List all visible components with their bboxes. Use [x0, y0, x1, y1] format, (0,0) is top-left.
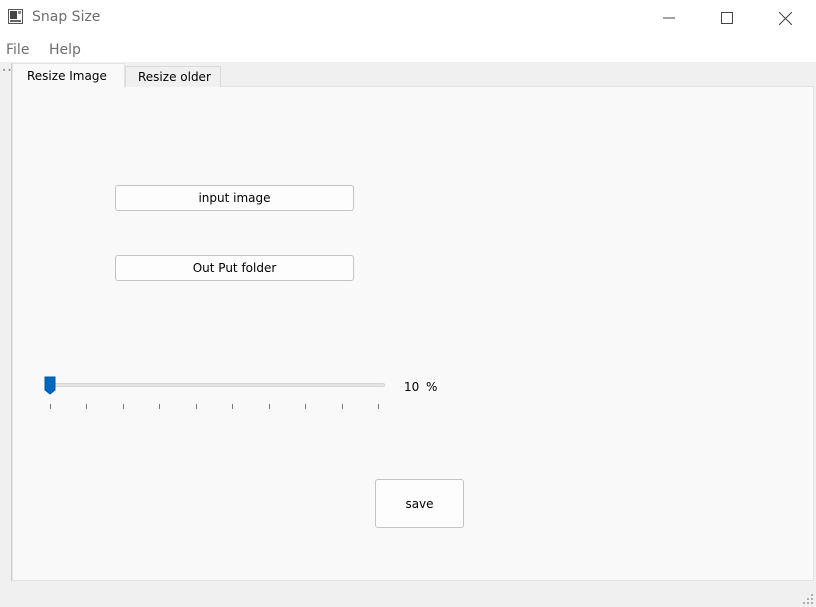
tab-resize-image[interactable]: Resize Image: [12, 63, 125, 88]
input-image-button[interactable]: input image: [115, 185, 354, 211]
app-image-icon: [8, 9, 23, 24]
slider-tick: [378, 404, 379, 409]
slider-tick: [305, 404, 307, 409]
minimize-button[interactable]: [640, 0, 698, 36]
title-bar: Snap Size: [0, 0, 816, 38]
maximize-icon: [721, 12, 733, 24]
slider-tick: [341, 404, 343, 409]
menu-help[interactable]: Help: [49, 42, 81, 58]
slider-tick: [159, 404, 161, 409]
resize-slider-track[interactable]: [47, 383, 385, 387]
resize-slider-handle[interactable]: [44, 376, 56, 395]
close-icon: [778, 11, 792, 25]
resize-grip-icon[interactable]: [802, 593, 814, 605]
maximize-button[interactable]: [698, 0, 756, 36]
status-bar: [0, 582, 816, 607]
output-folder-button[interactable]: Out Put folder: [115, 255, 354, 281]
slider-tick: [50, 404, 51, 409]
menu-file[interactable]: File: [6, 42, 29, 58]
save-button[interactable]: save: [375, 479, 464, 528]
minimize-icon: [663, 17, 675, 19]
tab-resize-older[interactable]: Resize older: [125, 66, 221, 87]
slider-tick: [268, 404, 270, 409]
slider-tick: [195, 404, 197, 409]
slider-value: 10: [404, 380, 420, 394]
window-title: Snap Size: [32, 9, 101, 25]
slider-tick: [122, 404, 124, 409]
slider-tick: [232, 404, 234, 409]
close-button[interactable]: [756, 0, 814, 36]
menu-bar: File Help: [0, 38, 816, 62]
slider-tick: [86, 404, 88, 409]
slider-unit: %: [426, 380, 438, 394]
